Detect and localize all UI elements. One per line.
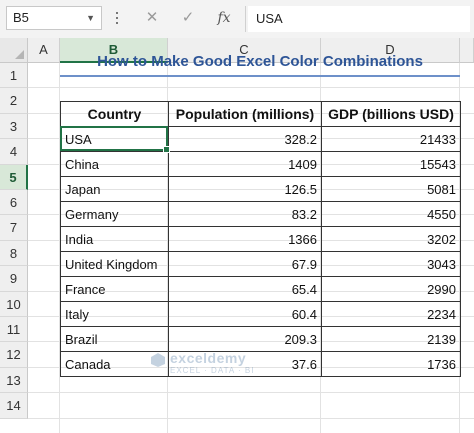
- formula-input[interactable]: USA: [248, 6, 470, 32]
- cell-gdp[interactable]: 15543: [321, 151, 461, 177]
- cell-country[interactable]: Japan: [60, 176, 169, 202]
- row-header-11[interactable]: 11: [0, 317, 28, 343]
- insert-function-icon[interactable]: fx: [212, 7, 236, 29]
- sheet-title: How to Make Good Excel Color Combination…: [97, 53, 423, 70]
- table-row: Japan 126.5 5081: [60, 176, 461, 202]
- watermark-name: exceldemy: [170, 350, 247, 366]
- more-options-icon[interactable]: [115, 9, 119, 27]
- cell-gdp[interactable]: 2139: [321, 326, 461, 352]
- row-header-6[interactable]: 6: [0, 190, 28, 216]
- cell-country[interactable]: China: [60, 151, 169, 177]
- row-header-9[interactable]: 9: [0, 266, 28, 292]
- table-row: United Kingdom 67.9 3043: [60, 251, 461, 277]
- table-row: France 65.4 2990: [60, 276, 461, 302]
- cell-population[interactable]: 83.2: [168, 201, 322, 227]
- row-header-13[interactable]: 13: [0, 367, 28, 394]
- cell-population[interactable]: 67.9: [168, 251, 322, 277]
- cell-gdp[interactable]: 2234: [321, 301, 461, 327]
- cell-population[interactable]: 60.4: [168, 301, 322, 327]
- cell-gdp[interactable]: 3202: [321, 226, 461, 252]
- name-box-value: B5: [13, 10, 29, 25]
- cell-country[interactable]: Italy: [60, 301, 169, 327]
- select-all-button[interactable]: [0, 38, 28, 63]
- cell-gdp[interactable]: 3043: [321, 251, 461, 277]
- cell-country[interactable]: India: [60, 226, 169, 252]
- row-header-8[interactable]: 8: [0, 240, 28, 267]
- cell-gdp[interactable]: 1736: [321, 351, 461, 377]
- column-header-e[interactable]: [460, 38, 474, 63]
- table-row: China 1409 15543: [60, 151, 461, 177]
- title-underline: [60, 75, 460, 77]
- cell-gdp[interactable]: 2990: [321, 276, 461, 302]
- row-header-4[interactable]: 4: [0, 139, 28, 165]
- cell-country[interactable]: United Kingdom: [60, 251, 169, 277]
- watermark-tagline: EXCEL · DATA · BI: [170, 366, 255, 375]
- cell-country[interactable]: France: [60, 276, 169, 302]
- formula-bar-divider: [245, 6, 246, 32]
- header-gdp[interactable]: GDP (billions USD): [321, 101, 461, 127]
- table-row: Germany 83.2 4550: [60, 201, 461, 227]
- row-header-1[interactable]: 1: [0, 63, 28, 89]
- cell-population[interactable]: 65.4: [168, 276, 322, 302]
- table-header-row: Country Population (millions) GDP (billi…: [60, 101, 461, 127]
- cell-population[interactable]: 126.5: [168, 176, 322, 202]
- table-row: USA 328.2 21433: [60, 126, 461, 152]
- data-table: Country Population (millions) GDP (billi…: [60, 101, 461, 377]
- cell-gdp[interactable]: 21433: [321, 126, 461, 152]
- watermark: exceldemy EXCEL · DATA · BI: [151, 350, 255, 375]
- column-header-a[interactable]: A: [28, 38, 60, 63]
- table-row: Italy 60.4 2234: [60, 301, 461, 327]
- exceldemy-logo-icon: [151, 353, 165, 367]
- row-header-12[interactable]: 12: [0, 342, 28, 368]
- name-box[interactable]: B5 ▼: [6, 6, 102, 30]
- cell-country[interactable]: USA: [60, 126, 169, 152]
- cell-country[interactable]: Brazil: [60, 326, 169, 352]
- row-header-3[interactable]: 3: [0, 113, 28, 140]
- gridline: [28, 392, 474, 394]
- row-header-14[interactable]: 14: [0, 393, 28, 419]
- row-header-10[interactable]: 10: [0, 291, 28, 317]
- header-country[interactable]: Country: [60, 101, 169, 127]
- gridline: [28, 417, 474, 419]
- table-row: India 1366 3202: [60, 226, 461, 252]
- row-header-2[interactable]: 2: [0, 88, 28, 114]
- table-row: Brazil 209.3 2139: [60, 326, 461, 352]
- header-population[interactable]: Population (millions): [168, 101, 322, 127]
- row-header-5[interactable]: 5: [0, 164, 28, 190]
- cancel-icon[interactable]: ✕: [140, 7, 164, 29]
- cell-country[interactable]: Germany: [60, 201, 169, 227]
- cell-gdp[interactable]: 4550: [321, 201, 461, 227]
- cell-population[interactable]: 1366: [168, 226, 322, 252]
- enter-icon[interactable]: ✓: [176, 7, 200, 29]
- row-header-7[interactable]: 7: [0, 215, 28, 241]
- gridline: [28, 87, 474, 89]
- cell-population[interactable]: 1409: [168, 151, 322, 177]
- cell-population[interactable]: 209.3: [168, 326, 322, 352]
- chevron-down-icon[interactable]: ▼: [86, 7, 95, 29]
- table-row: Canada 37.6 1736: [60, 351, 461, 377]
- cell-gdp[interactable]: 5081: [321, 176, 461, 202]
- formula-bar: B5 ▼ ✕ ✓ fx USA: [0, 0, 474, 38]
- cell-population[interactable]: 328.2: [168, 126, 322, 152]
